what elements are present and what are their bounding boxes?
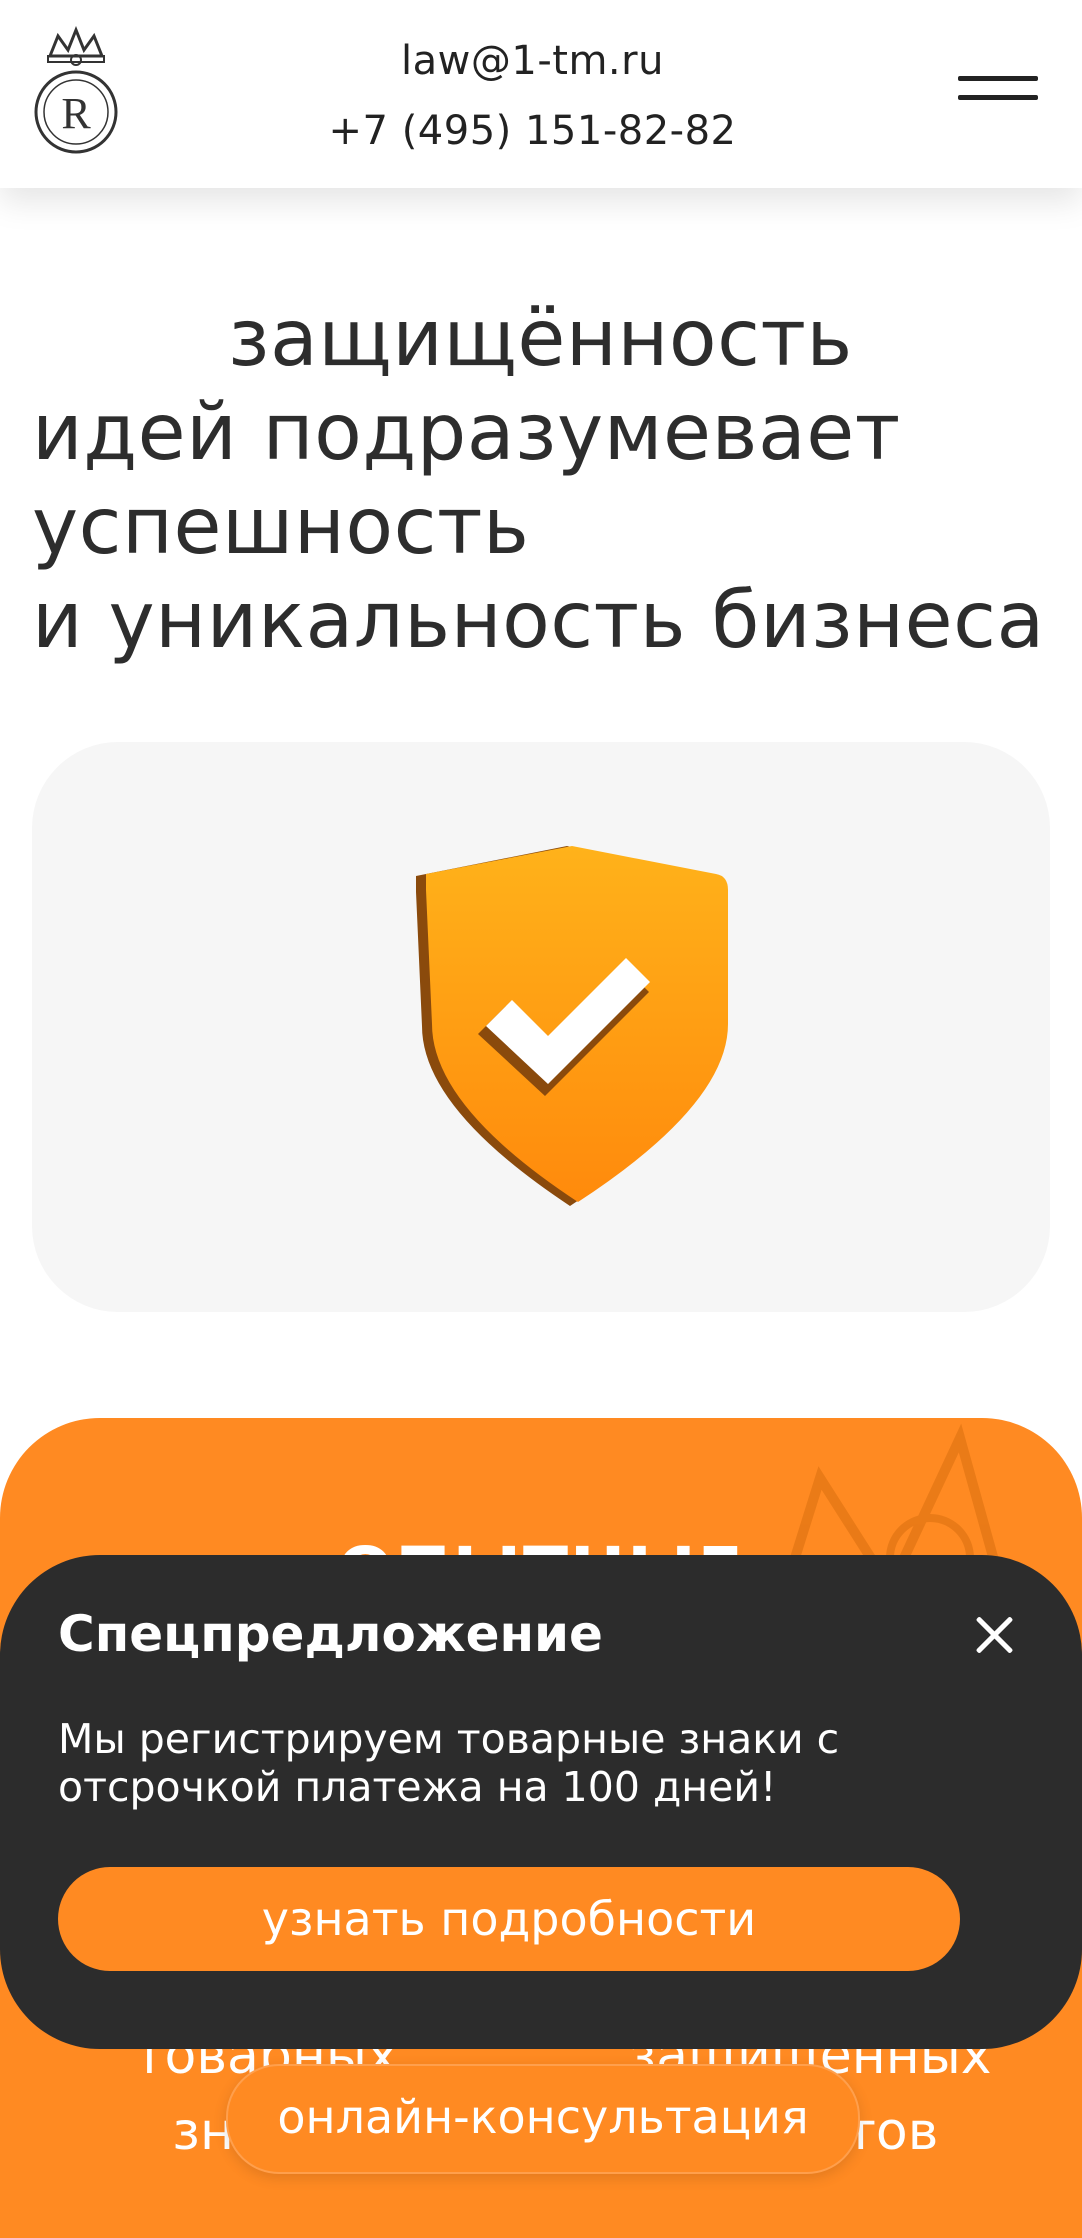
promo-title: Спецпредложение — [58, 1605, 603, 1663]
promo-popup: Спецпредложение Мы регистрируем товарные… — [0, 1555, 1082, 2049]
phone-link[interactable]: +7 (495) 151-82-82 — [250, 96, 815, 166]
shield-check-icon — [416, 846, 728, 1206]
hero-title-line1: защищённость — [228, 294, 853, 384]
header-contacts: law@1-tm.ru +7 (495) 151-82-82 — [250, 26, 815, 166]
shield-card — [32, 742, 1050, 1312]
menu-bar — [958, 76, 1038, 81]
close-icon[interactable] — [964, 1607, 1024, 1667]
online-consultation-button[interactable]: онлайн-консультация — [226, 2064, 860, 2174]
site-header: R law@1-tm.ru +7 (495) 151-82-82 — [0, 0, 1082, 188]
promo-text: Мы регистрируем товарные знаки с отсрочк… — [58, 1715, 840, 1811]
hero-title: защищённость идей подразумевает успешност… — [32, 292, 1062, 668]
hamburger-menu-icon[interactable] — [958, 76, 1038, 106]
royal-crown-logo-icon[interactable]: R — [28, 25, 124, 156]
menu-bar — [958, 95, 1038, 100]
learn-more-button[interactable]: узнать подробности — [58, 1867, 960, 1971]
email-link[interactable]: law@1-tm.ru — [250, 26, 815, 96]
svg-text:R: R — [61, 89, 91, 138]
hero-title-rest: идей подразумевает успешность и уникальн… — [32, 388, 1045, 666]
